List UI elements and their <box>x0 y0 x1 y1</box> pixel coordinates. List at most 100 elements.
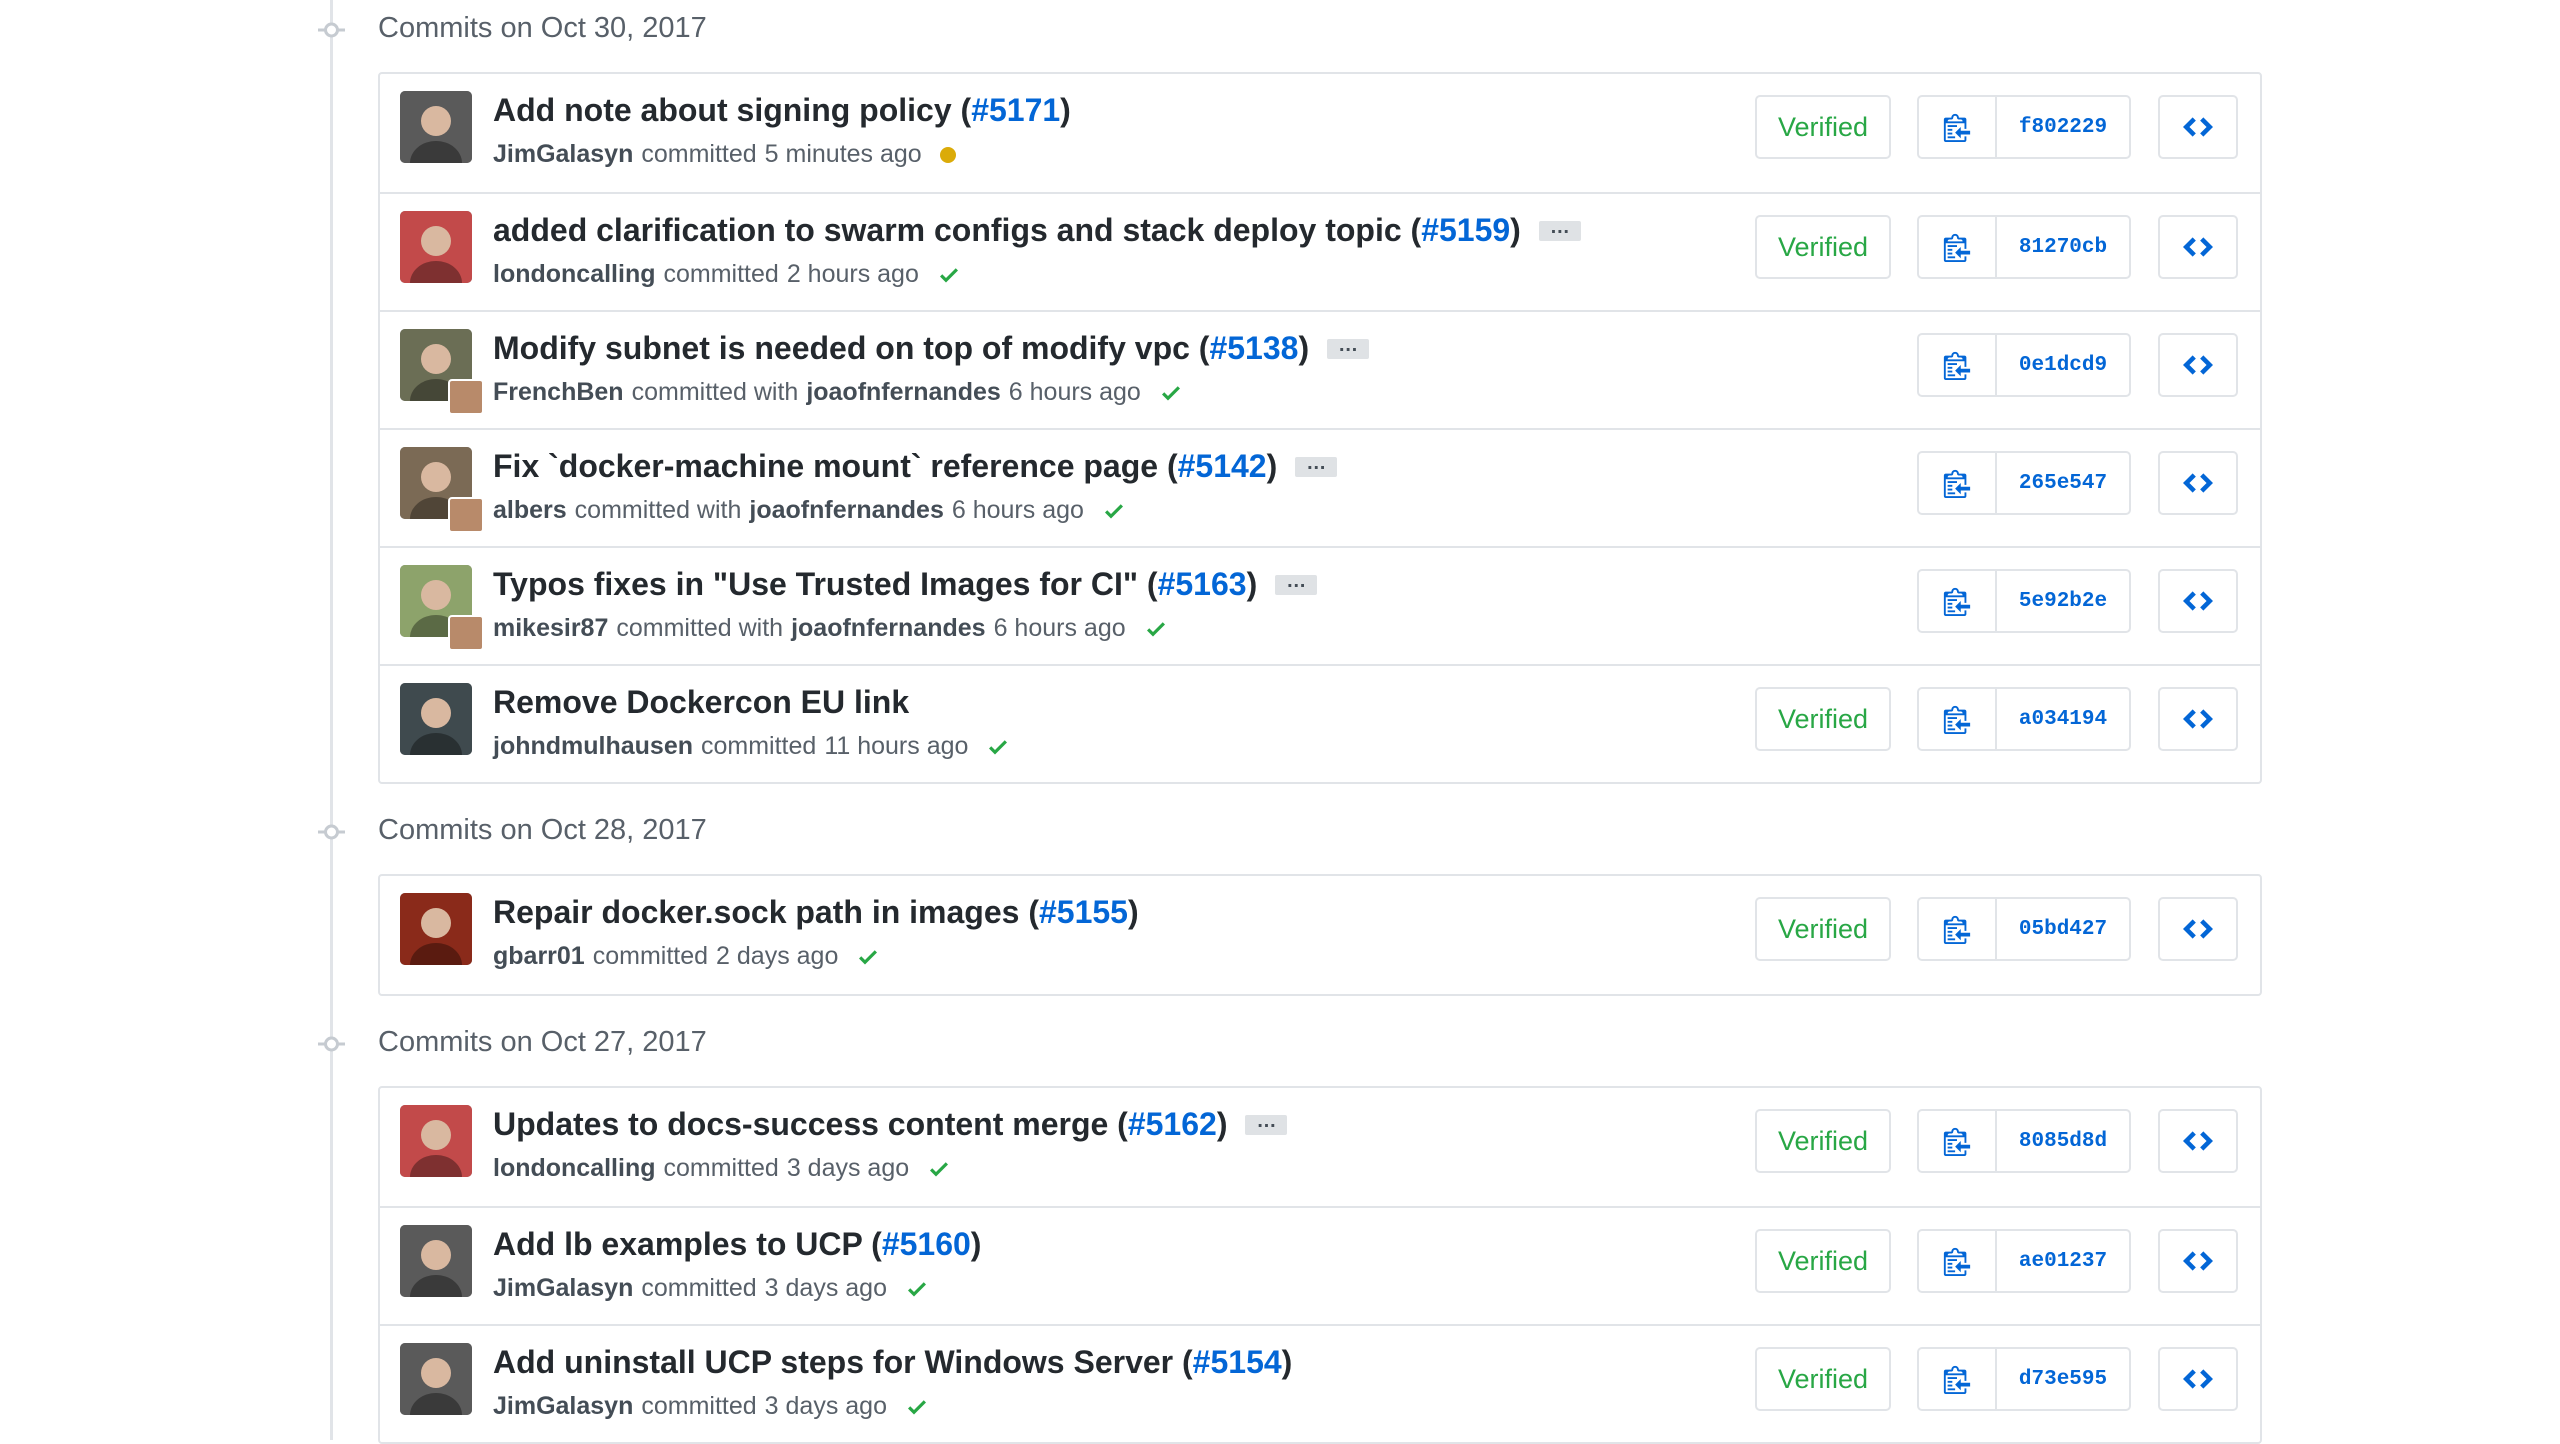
coauthor-avatar[interactable] <box>448 497 484 533</box>
commit-message-text[interactable]: Add note about signing policy ( <box>493 92 971 129</box>
expand-description-button[interactable]: … <box>1327 335 1370 359</box>
expand-description-button[interactable]: … <box>1295 453 1338 477</box>
commit-message-text[interactable]: Add lb examples to UCP ( <box>493 1226 882 1263</box>
copy-sha-button[interactable] <box>1919 1349 1997 1409</box>
commit-coauthor[interactable]: joaofnfernandes <box>749 496 943 525</box>
pull-request-link[interactable]: #5154 <box>1193 1344 1282 1381</box>
commit-sha-link[interactable]: 0e1dcd9 <box>1997 335 2129 395</box>
commit-sha-link[interactable]: 8085d8d <box>1997 1111 2129 1171</box>
verified-badge[interactable]: Verified <box>1755 95 1891 159</box>
coauthor-avatar[interactable] <box>448 379 484 415</box>
commit-sha-link[interactable]: f802229 <box>1997 97 2129 157</box>
commit-sha-link[interactable]: a034194 <box>1997 689 2129 749</box>
verified-badge[interactable]: Verified <box>1755 897 1891 961</box>
browse-repository-button[interactable] <box>2158 333 2238 397</box>
pull-request-link[interactable]: #5171 <box>971 92 1060 129</box>
coauthor-avatar[interactable] <box>448 615 484 651</box>
commit-message-text[interactable]: Repair docker.sock path in images ( <box>493 894 1039 931</box>
browse-repository-button[interactable] <box>2158 1229 2238 1293</box>
browse-repository-button[interactable] <box>2158 1109 2238 1173</box>
author-avatar[interactable] <box>400 91 472 163</box>
commit-sha-link[interactable]: 05bd427 <box>1997 899 2129 959</box>
pull-request-link[interactable]: #5142 <box>1178 448 1267 485</box>
author-avatar[interactable] <box>400 1343 472 1415</box>
author-avatar[interactable] <box>400 1105 472 1177</box>
expand-description-button[interactable]: … <box>1538 217 1581 241</box>
check-status-icon[interactable] <box>1102 499 1126 523</box>
verified-badge[interactable]: Verified <box>1755 687 1891 751</box>
commit-author[interactable]: londoncalling <box>493 1154 656 1183</box>
browse-repository-button[interactable] <box>2158 897 2238 961</box>
commit-sha-link[interactable]: 81270cb <box>1997 217 2129 277</box>
commit-message-text[interactable]: Updates to docs-success content merge ( <box>493 1106 1128 1143</box>
author-avatar[interactable] <box>400 211 472 283</box>
code-icon <box>2183 114 2213 140</box>
author-avatar[interactable] <box>400 893 472 965</box>
pull-request-link[interactable]: #5155 <box>1039 894 1128 931</box>
pull-request-link[interactable]: #5160 <box>882 1226 971 1263</box>
commit-coauthor[interactable]: joaofnfernandes <box>791 614 985 643</box>
copy-sha-button[interactable] <box>1919 1231 1997 1291</box>
browse-repository-button[interactable] <box>2158 95 2238 159</box>
pull-request-link[interactable]: #5162 <box>1128 1106 1217 1143</box>
author-avatar[interactable] <box>400 683 472 755</box>
check-status-icon[interactable] <box>856 945 880 969</box>
commit-message-text[interactable]: Add uninstall UCP steps for Windows Serv… <box>493 1344 1193 1381</box>
commit-message-text[interactable]: Typos fixes in "Use Trusted Images for C… <box>493 566 1158 603</box>
clipboard-icon <box>1943 586 1971 616</box>
check-status-icon[interactable] <box>1159 381 1183 405</box>
commit-author[interactable]: JimGalasyn <box>493 140 633 169</box>
verified-badge[interactable]: Verified <box>1755 1109 1891 1173</box>
expand-description-button[interactable]: … <box>1275 571 1318 595</box>
commit-author[interactable]: mikesir87 <box>493 614 608 643</box>
verified-badge[interactable]: Verified <box>1755 215 1891 279</box>
commit-sha-link[interactable]: 5e92b2e <box>1997 571 2129 631</box>
pull-request-link[interactable]: #5138 <box>1209 330 1298 367</box>
copy-sha-button[interactable] <box>1919 1111 1997 1171</box>
copy-sha-button[interactable] <box>1919 899 1997 959</box>
pull-request-link[interactable]: #5163 <box>1158 566 1247 603</box>
copy-sha-button[interactable] <box>1919 217 1997 277</box>
commit-author[interactable]: gbarr01 <box>493 942 585 971</box>
browse-repository-button[interactable] <box>2158 1347 2238 1411</box>
check-status-icon[interactable] <box>1144 617 1168 641</box>
commit-message-text[interactable]: Remove Dockercon EU link <box>493 684 909 721</box>
verified-badge[interactable]: Verified <box>1755 1347 1891 1411</box>
check-status-icon[interactable] <box>937 263 961 287</box>
pending-status-icon[interactable] <box>939 146 956 163</box>
copy-sha-button[interactable] <box>1919 453 1997 513</box>
commit-group-header: Commits on Oct 27, 2017 <box>0 1014 2560 1074</box>
verified-badge[interactable]: Verified <box>1755 1229 1891 1293</box>
check-status-icon[interactable] <box>927 1157 951 1181</box>
clipboard-icon <box>1943 1364 1971 1394</box>
copy-sha-button[interactable] <box>1919 571 1997 631</box>
commit-sha-link[interactable]: d73e595 <box>1997 1349 2129 1409</box>
check-status-icon[interactable] <box>905 1277 929 1301</box>
commit-message-text[interactable]: Fix `docker-machine mount` reference pag… <box>493 448 1178 485</box>
commit-sha-link[interactable]: 265e547 <box>1997 453 2129 513</box>
commit-author[interactable]: FrenchBen <box>493 378 624 407</box>
commit-message: Repair docker.sock path in images (#5155… <box>493 894 1139 931</box>
check-status-icon[interactable] <box>986 735 1010 759</box>
browse-repository-button[interactable] <box>2158 451 2238 515</box>
commit-author[interactable]: albers <box>493 496 567 525</box>
clipboard-icon <box>1943 350 1971 380</box>
pull-request-link[interactable]: #5159 <box>1421 212 1510 249</box>
check-status-icon[interactable] <box>905 1395 929 1419</box>
commit-message-text[interactable]: Modify subnet is needed on top of modify… <box>493 330 1209 367</box>
commit-message-text[interactable]: added clarification to swarm configs and… <box>493 212 1421 249</box>
commit-author[interactable]: johndmulhausen <box>493 732 693 761</box>
commit-author[interactable]: JimGalasyn <box>493 1392 633 1421</box>
browse-repository-button[interactable] <box>2158 569 2238 633</box>
author-avatar[interactable] <box>400 1225 472 1297</box>
commit-author[interactable]: JimGalasyn <box>493 1274 633 1303</box>
browse-repository-button[interactable] <box>2158 687 2238 751</box>
commit-coauthor[interactable]: joaofnfernandes <box>806 378 1000 407</box>
copy-sha-button[interactable] <box>1919 97 1997 157</box>
commit-sha-link[interactable]: ae01237 <box>1997 1231 2129 1291</box>
expand-description-button[interactable]: … <box>1245 1111 1288 1135</box>
commit-author[interactable]: londoncalling <box>493 260 656 289</box>
copy-sha-button[interactable] <box>1919 335 1997 395</box>
copy-sha-button[interactable] <box>1919 689 1997 749</box>
browse-repository-button[interactable] <box>2158 215 2238 279</box>
